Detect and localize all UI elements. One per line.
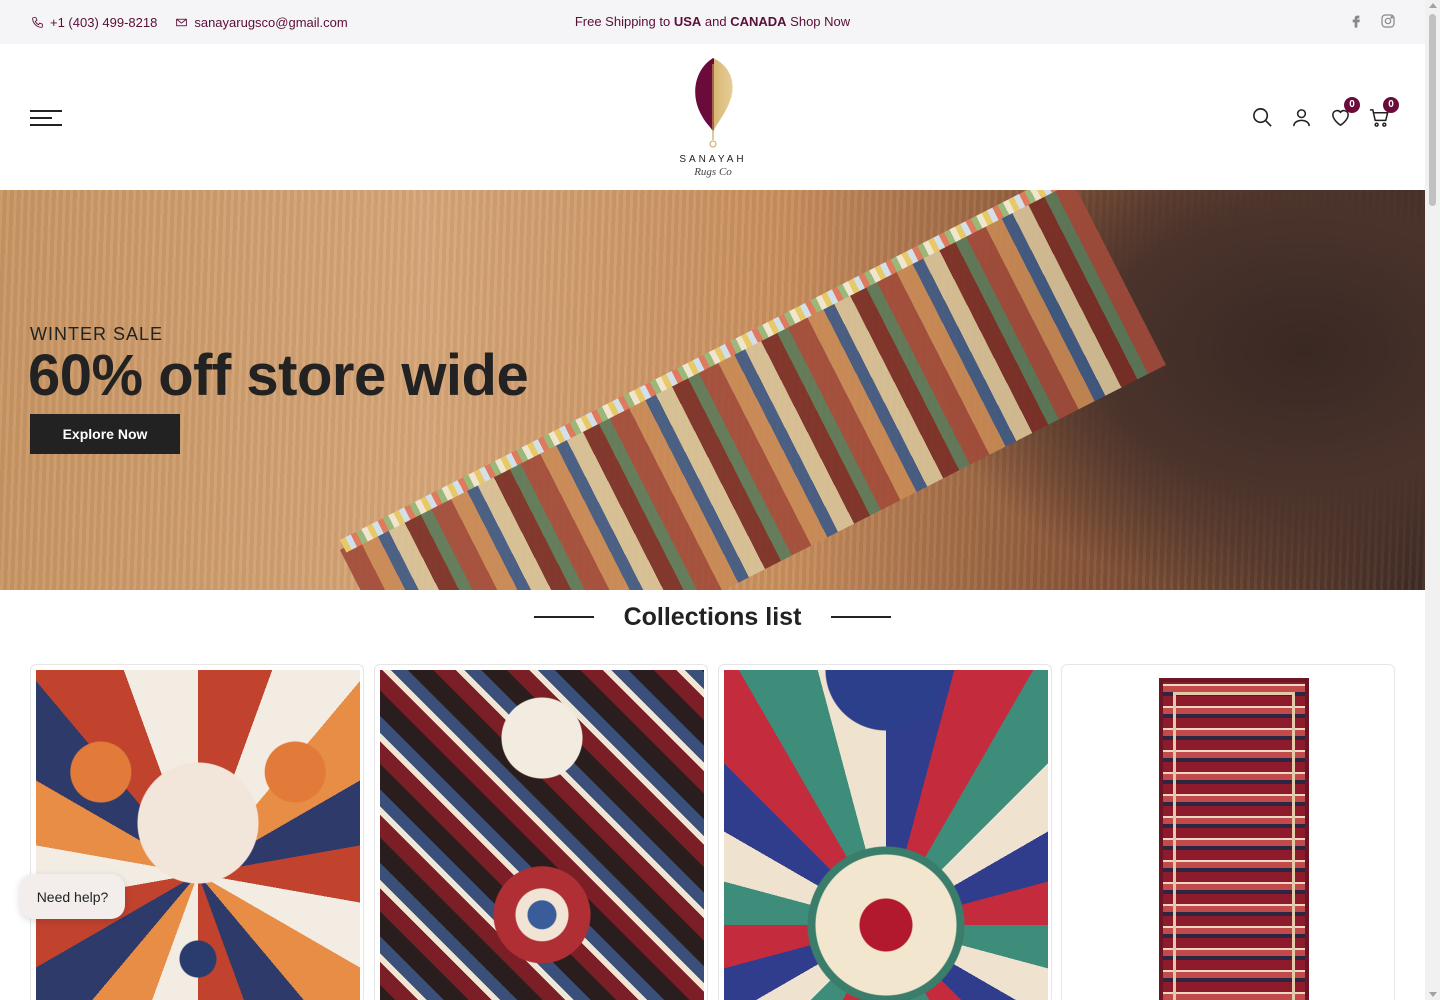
- logo-tagline: Rugs Co: [694, 166, 732, 178]
- shop-now-link[interactable]: Shop Now: [787, 14, 850, 29]
- phone-link[interactable]: +1 (403) 499-8218: [31, 15, 157, 30]
- collection-card-1[interactable]: [30, 664, 364, 1000]
- site-header: SANAYAH Rugs Co 0 0: [0, 44, 1425, 190]
- contact-info: +1 (403) 499-8218 sanayarugsco@gmail.com: [31, 0, 348, 44]
- collections-title: Collections list: [623, 602, 802, 631]
- site-logo[interactable]: SANAYAH Rugs Co: [672, 54, 754, 180]
- cart-button[interactable]: 0: [1368, 97, 1399, 129]
- heading-divider-right: [831, 616, 892, 618]
- social-links: [1348, 13, 1396, 29]
- scroll-up-arrow[interactable]: [1429, 3, 1437, 8]
- collection-image: [724, 670, 1048, 1000]
- collections-grid: [30, 664, 1395, 1000]
- phone-number: +1 (403) 499-8218: [50, 14, 158, 30]
- collection-image: [1067, 670, 1391, 1000]
- account-button[interactable]: [1290, 106, 1313, 129]
- account-icon: [1293, 109, 1310, 127]
- scroll-down-arrow[interactable]: [1429, 992, 1437, 997]
- search-button[interactable]: [1251, 106, 1274, 129]
- search-icon: [1253, 108, 1272, 127]
- cart-count-badge: 0: [1383, 97, 1399, 113]
- runner-rug-image: [1159, 678, 1309, 1000]
- email-address: sanayarugsco@gmail.com: [194, 14, 348, 30]
- phone-icon: [32, 16, 43, 28]
- mail-icon: [176, 18, 188, 26]
- instagram-icon[interactable]: [1380, 13, 1396, 29]
- explore-now-button[interactable]: Explore Now: [30, 414, 180, 454]
- need-help-chat-button[interactable]: Need help?: [20, 874, 125, 919]
- logo-wordmark: SANAYAH: [679, 154, 747, 165]
- facebook-icon[interactable]: [1348, 13, 1364, 29]
- wishlist-count-badge: 0: [1344, 97, 1360, 113]
- collection-card-2[interactable]: [374, 664, 708, 1000]
- feather-logo-icon: [695, 58, 733, 148]
- collections-heading: Collections list: [0, 600, 1425, 634]
- wishlist-button[interactable]: 0: [1329, 97, 1360, 129]
- promo-usa: USA: [673, 14, 702, 29]
- collection-image: [380, 670, 704, 1000]
- hero-title: 60% off store wide: [28, 343, 529, 408]
- collection-image: [36, 670, 360, 1000]
- heading-divider-left: [533, 616, 594, 618]
- email-link[interactable]: sanayarugsco@gmail.com: [175, 14, 348, 30]
- collection-card-3[interactable]: [718, 664, 1052, 1000]
- promo-canada: CANADA: [730, 14, 787, 29]
- header-actions: 0 0: [1251, 97, 1399, 129]
- hero-banner: WINTER SALE 60% off store wide Explore N…: [0, 190, 1425, 590]
- promo-prefix: Free Shipping to: [574, 14, 674, 29]
- announcement-bar: +1 (403) 499-8218 sanayarugsco@gmail.com…: [0, 0, 1425, 44]
- scroll-thumb[interactable]: [1429, 14, 1436, 206]
- page-scrollbar[interactable]: [1425, 0, 1440, 1000]
- collection-card-4[interactable]: [1061, 664, 1395, 1000]
- menu-button[interactable]: [30, 108, 62, 128]
- promo-and: and: [701, 14, 731, 29]
